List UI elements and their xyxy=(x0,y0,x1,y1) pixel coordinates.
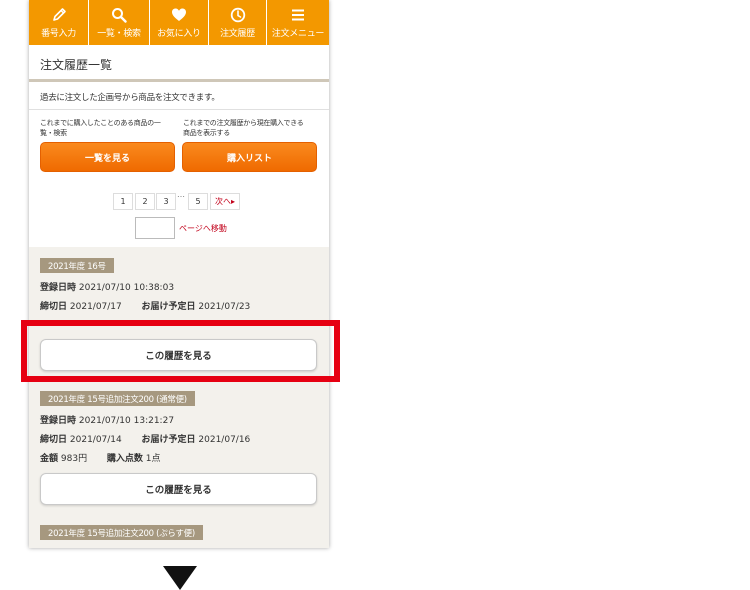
search-icon xyxy=(112,8,127,23)
pencil-icon xyxy=(52,8,66,21)
list-note-line: これまでに購入したことのある商品の一 xyxy=(40,119,161,127)
registered-label: 登録日時 xyxy=(40,416,77,426)
deadline-value: 2021/07/14 xyxy=(69,435,122,445)
delivery-label: お届け予定日 xyxy=(141,435,196,445)
purchase-note-line: 商品を表示する xyxy=(183,129,230,137)
registered-value: 2021/07/10 10:38:03 xyxy=(78,283,175,293)
delivery-value: 2021/07/23 xyxy=(198,302,251,312)
entry-title: 2021年度 15号追加注文200 (通常便) xyxy=(40,391,195,406)
divider xyxy=(29,109,329,110)
view-list-button[interactable]: 一覧を見る xyxy=(40,142,175,172)
purchase-note: これまでの注文履歴から現在購入できる 商品を表示する xyxy=(183,118,304,138)
nav-list-search[interactable]: 一覧・検索 xyxy=(89,0,150,45)
highlight-frame xyxy=(21,320,340,382)
purchase-list-button[interactable]: 購入リスト xyxy=(182,142,317,172)
page-description: 過去に注文した企画号から商品を注文できます。 xyxy=(40,93,220,103)
menu-icon xyxy=(292,9,304,21)
nav-label: 注文メニュー xyxy=(271,29,325,39)
nav-label: 番号入力 xyxy=(41,29,76,39)
view-history-button[interactable]: この履歴を見る xyxy=(40,473,317,505)
nav-label: お気に入り xyxy=(157,29,201,39)
amount-value: 983円 xyxy=(60,454,88,464)
entry-registered: 登録日時 2021/07/10 10:38:03 xyxy=(40,280,174,293)
count-label: 購入点数 xyxy=(106,454,143,464)
page-link-5[interactable]: 5 xyxy=(188,193,208,210)
registered-value: 2021/07/10 13:21:27 xyxy=(78,416,175,426)
deadline-value: 2021/07/17 xyxy=(69,302,122,312)
history-list: 2021年度 16号 登録日時 2021/07/10 10:38:03 締切日 … xyxy=(29,247,329,548)
entry-dates: 締切日 2021/07/14 お届け予定日 2021/07/16 xyxy=(40,432,250,445)
page-number-input[interactable] xyxy=(135,217,175,239)
nav-label: 注文履歴 xyxy=(220,29,255,39)
entry-registered: 登録日時 2021/07/10 13:21:27 xyxy=(40,413,174,426)
down-arrow-icon xyxy=(163,566,197,590)
deadline-label: 締切日 xyxy=(40,302,68,312)
heart-icon xyxy=(172,8,186,21)
purchase-note-line: これまでの注文履歴から現在購入できる xyxy=(183,119,304,127)
nav-order-menu[interactable]: 注文メニュー xyxy=(267,0,329,45)
entry-dates: 締切日 2021/07/17 お届け予定日 2021/07/23 xyxy=(40,299,250,312)
top-nav: 番号入力 一覧・検索 お気に入り 注文履歴 注文メニュー xyxy=(29,0,329,45)
phone-screen: 番号入力 一覧・検索 お気に入り 注文履歴 注文メニュー 注文履歴一覧 過去に注… xyxy=(29,0,329,548)
page-link-2[interactable]: 2 xyxy=(135,193,155,210)
nav-number-input[interactable]: 番号入力 xyxy=(29,0,89,45)
page-jump-link[interactable]: ページへ移動 xyxy=(179,223,227,234)
list-note-line: 覧・検索 xyxy=(40,129,67,137)
page-link-3[interactable]: 3 xyxy=(156,193,176,210)
count-value: 1点 xyxy=(145,454,161,464)
deadline-label: 締切日 xyxy=(40,435,68,445)
title-bar: 注文履歴一覧 xyxy=(29,45,329,82)
nav-favorites[interactable]: お気に入り xyxy=(150,0,209,45)
entry-title: 2021年度 16号 xyxy=(40,258,114,273)
clock-icon xyxy=(230,7,245,23)
entry-amount: 金額 983円 購入点数 1点 xyxy=(40,451,160,464)
page-title: 注文履歴一覧 xyxy=(40,58,113,72)
delivery-label: お届け予定日 xyxy=(141,302,196,312)
nav-order-history[interactable]: 注文履歴 xyxy=(209,0,267,45)
next-page-link[interactable]: 次へ▸ xyxy=(210,193,240,210)
registered-label: 登録日時 xyxy=(40,283,77,293)
nav-label: 一覧・検索 xyxy=(97,29,141,39)
amount-label: 金額 xyxy=(40,454,59,464)
page-link-1[interactable]: 1 xyxy=(113,193,133,210)
entry-title: 2021年度 15号追加注文200 (ぷらす便) xyxy=(40,525,203,540)
list-note: これまでに購入したことのある商品の一 覧・検索 xyxy=(40,118,161,138)
delivery-value: 2021/07/16 xyxy=(198,435,251,445)
pagination-ellipsis: … xyxy=(177,190,185,199)
